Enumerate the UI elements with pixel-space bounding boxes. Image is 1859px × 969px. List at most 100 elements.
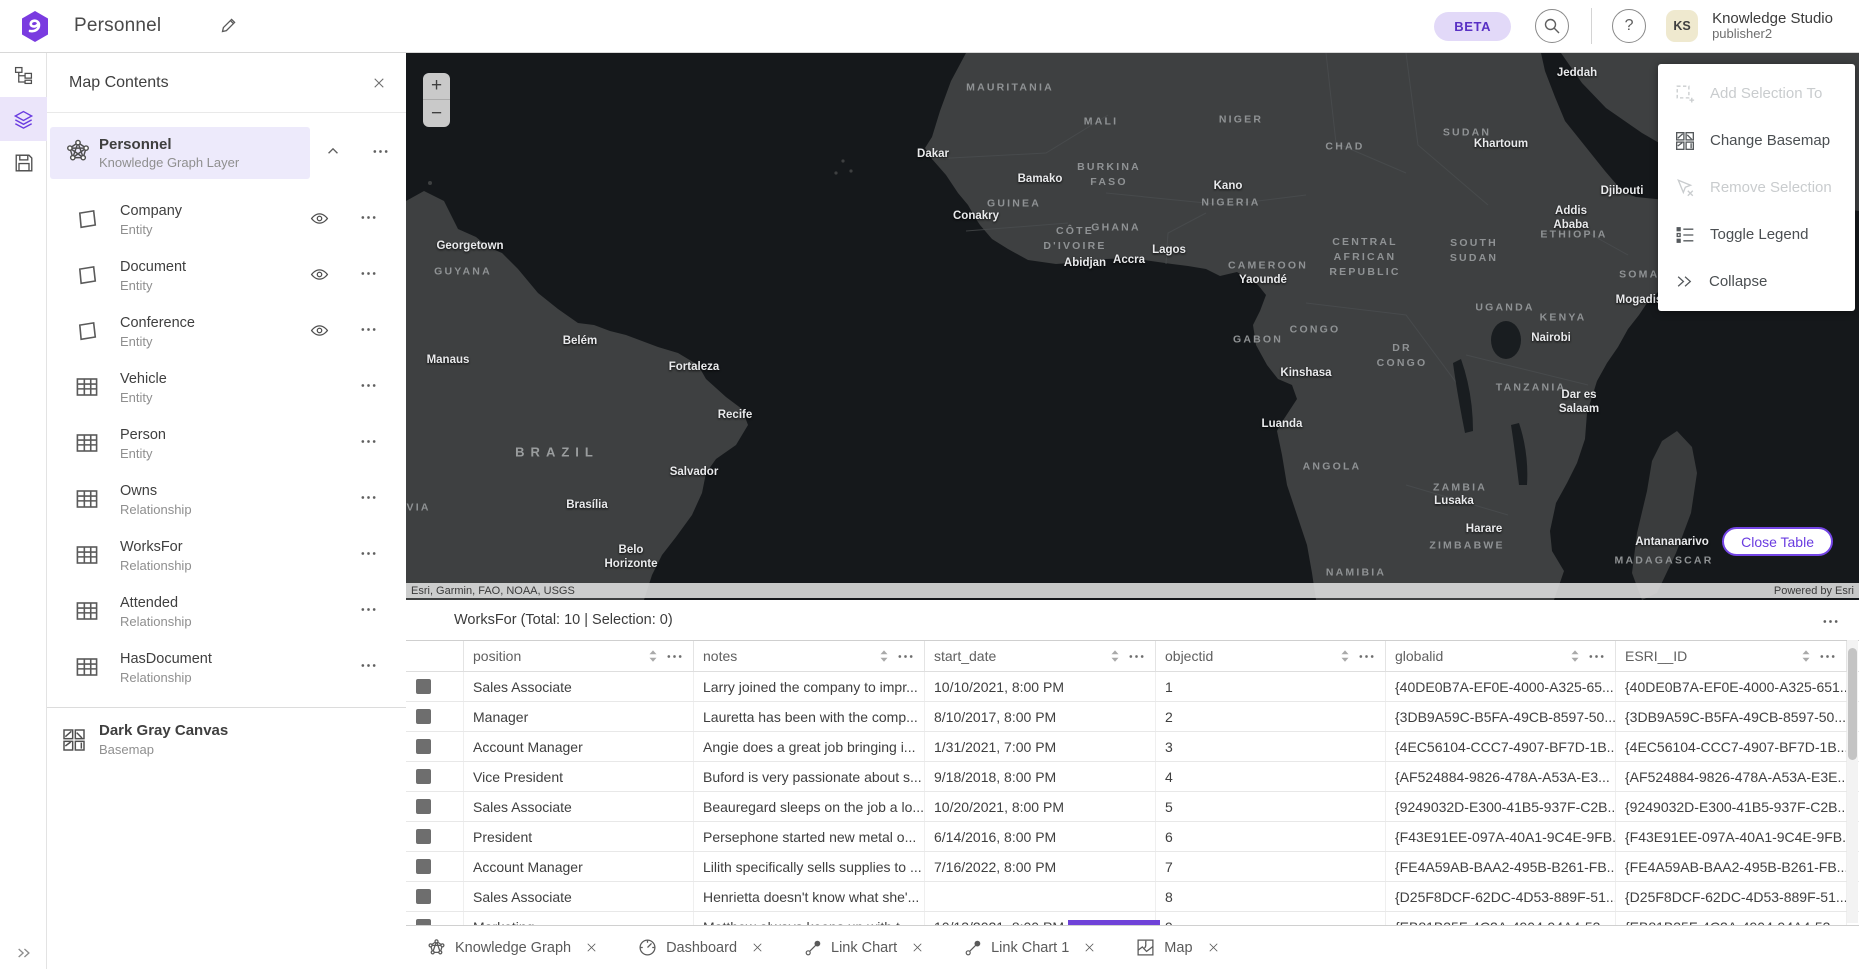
column-header-notes[interactable]: notes — [694, 641, 925, 671]
row-checkbox[interactable] — [416, 799, 431, 814]
scrollbar-thumb[interactable] — [1848, 648, 1857, 760]
layer-group-personnel[interactable]: Personnel Knowledge Graph Layer — [47, 127, 406, 179]
tab-close-icon[interactable] — [751, 941, 764, 954]
row-checkbox[interactable] — [416, 679, 431, 694]
column-menu-icon[interactable] — [666, 648, 683, 665]
map-zoom-control: + − — [423, 73, 450, 127]
layer-menu-icon[interactable] — [360, 209, 377, 226]
layer-item-hasdocument[interactable]: HasDocument Relationship — [47, 641, 406, 697]
sort-icon[interactable] — [878, 649, 890, 663]
tab-close-icon[interactable] — [585, 941, 598, 954]
row-select-cell — [406, 672, 464, 701]
tab-close-icon[interactable] — [1207, 941, 1220, 954]
attribute-table-panel: WorksFor (Total: 10 | Selection: 0) posi… — [406, 600, 1859, 925]
layer-type: Entity — [120, 278, 153, 293]
layer-menu-icon[interactable] — [360, 657, 377, 674]
polygon-icon — [75, 263, 99, 287]
layer-menu-icon[interactable] — [360, 265, 377, 282]
table-row[interactable]: Sales AssociateHenrietta doesn't know wh… — [406, 882, 1859, 912]
menu-item-collapse[interactable]: Collapse — [1658, 258, 1855, 305]
sort-icon[interactable] — [1109, 649, 1121, 663]
menu-item-change-basemap[interactable]: Change Basemap — [1658, 117, 1855, 164]
edit-icon[interactable] — [219, 17, 237, 35]
layer-menu-icon[interactable] — [360, 545, 377, 562]
row-checkbox[interactable] — [416, 709, 431, 724]
column-header-globalid[interactable]: globalid — [1386, 641, 1616, 671]
panel-title: Map Contents — [69, 74, 169, 92]
expand-panel-button[interactable] — [0, 945, 47, 961]
tab-link-chart[interactable]: Link Chart — [804, 939, 924, 957]
layer-menu-icon[interactable] — [360, 489, 377, 506]
layer-menu-icon[interactable] — [360, 433, 377, 450]
table-row[interactable]: Account ManagerLilith specifically sells… — [406, 852, 1859, 882]
layer-item-vehicle[interactable]: Vehicle Entity — [47, 361, 406, 417]
table-row[interactable]: Sales AssociateLarry joined the company … — [406, 672, 1859, 702]
layer-item-worksfor[interactable]: WorksFor Relationship — [47, 529, 406, 585]
toolbar-item-layers[interactable] — [0, 97, 47, 141]
avatar[interactable]: KS — [1666, 10, 1698, 42]
zoom-in-button[interactable]: + — [423, 73, 450, 100]
column-header-position[interactable]: position — [464, 641, 694, 671]
row-checkbox[interactable] — [416, 769, 431, 784]
layer-type: Entity — [120, 446, 153, 461]
toolbar-item-hierarchy[interactable] — [0, 53, 47, 97]
table-vertical-scrollbar[interactable] — [1847, 640, 1858, 923]
column-header-start_date[interactable]: start_date — [925, 641, 1156, 671]
eye-icon[interactable] — [310, 265, 329, 284]
column-menu-icon[interactable] — [1128, 648, 1145, 665]
sort-icon[interactable] — [647, 649, 659, 663]
row-checkbox[interactable] — [416, 829, 431, 844]
layer-menu-icon[interactable] — [360, 321, 377, 338]
tab-map[interactable]: Map — [1136, 938, 1219, 957]
row-checkbox[interactable] — [416, 859, 431, 874]
column-menu-icon[interactable] — [1819, 648, 1836, 665]
column-menu-icon[interactable] — [1358, 648, 1375, 665]
toolbar-item-save[interactable] — [0, 141, 47, 185]
layer-group-menu-icon[interactable] — [372, 143, 389, 160]
eye-icon[interactable] — [310, 321, 329, 340]
table-row[interactable]: Sales AssociateBeauregard sleeps on the … — [406, 792, 1859, 822]
help-button[interactable]: ? — [1612, 9, 1646, 43]
search-button[interactable] — [1535, 9, 1569, 43]
layer-item-document[interactable]: Document Entity — [47, 249, 406, 305]
layer-item-conference[interactable]: Conference Entity — [47, 305, 406, 361]
tab-link-chart-1[interactable]: Link Chart 1 — [964, 939, 1096, 957]
table-row[interactable]: Vice PresidentBuford is very passionate … — [406, 762, 1859, 792]
tab-close-icon[interactable] — [911, 941, 924, 954]
chevron-up-icon[interactable] — [325, 143, 341, 159]
tab-dashboard[interactable]: Dashboard — [638, 938, 764, 957]
table-row[interactable]: PresidentPersephone started new metal o.… — [406, 822, 1859, 852]
sort-icon[interactable] — [1569, 649, 1581, 663]
close-icon[interactable] — [372, 76, 386, 90]
layer-menu-icon[interactable] — [360, 377, 377, 394]
menu-item-toggle-legend[interactable]: Toggle Legend — [1658, 211, 1855, 258]
zoom-out-button[interactable]: − — [423, 100, 450, 127]
table-row[interactable]: Account ManagerAngie does a great job br… — [406, 732, 1859, 762]
column-menu-icon[interactable] — [1588, 648, 1605, 665]
table-row[interactable]: ManagerLauretta has been with the comp..… — [406, 702, 1859, 732]
layer-type: Relationship — [120, 670, 192, 685]
cell-objectid: 9 — [1156, 912, 1386, 925]
close-table-button[interactable]: Close Table — [1722, 527, 1833, 556]
basemap-icon — [1675, 131, 1695, 151]
tab-knowledge-graph[interactable]: Knowledge Graph — [427, 938, 598, 957]
sort-icon[interactable] — [1339, 649, 1351, 663]
basemap-item[interactable]: Dark Gray Canvas Basemap — [47, 714, 406, 772]
map-canvas[interactable]: MAURITANIAMALINIGERCHADSUDANBURKINA FASO… — [406, 53, 1859, 600]
page-title: Personnel — [74, 15, 161, 37]
layer-item-owns[interactable]: Owns Relationship — [47, 473, 406, 529]
column-header-objectid[interactable]: objectid — [1156, 641, 1386, 671]
eye-icon[interactable] — [310, 209, 329, 228]
row-checkbox[interactable] — [416, 889, 431, 904]
layer-item-company[interactable]: Company Entity — [47, 193, 406, 249]
layer-item-person[interactable]: Person Entity — [47, 417, 406, 473]
tab-close-icon[interactable] — [1083, 941, 1096, 954]
sort-icon[interactable] — [1800, 649, 1812, 663]
layer-menu-icon[interactable] — [360, 601, 377, 618]
column-header-esri__id[interactable]: ESRI__ID — [1616, 641, 1847, 671]
layer-item-attended[interactable]: Attended Relationship — [47, 585, 406, 641]
row-select-cell — [406, 732, 464, 761]
table-menu-icon[interactable] — [1822, 613, 1839, 630]
column-menu-icon[interactable] — [897, 648, 914, 665]
row-checkbox[interactable] — [416, 739, 431, 754]
